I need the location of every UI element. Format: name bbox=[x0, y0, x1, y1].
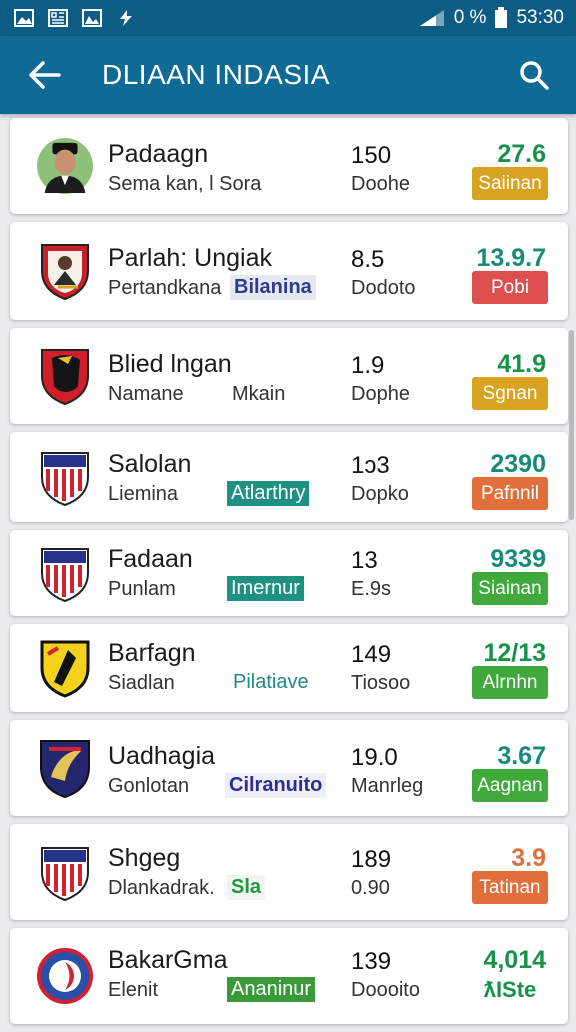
item-tag: Sla bbox=[227, 875, 266, 900]
item-name: Padaagn bbox=[108, 140, 209, 168]
search-button[interactable] bbox=[506, 47, 562, 103]
gallery-notification-icon bbox=[48, 9, 68, 27]
item-stat-label: Doohe bbox=[351, 173, 410, 195]
item-stat-label: Doooito bbox=[351, 979, 420, 1001]
club-crest-icon bbox=[37, 542, 93, 604]
arrow-left-icon bbox=[29, 61, 61, 89]
item-name: Shgeg bbox=[108, 844, 181, 872]
item-stat: 19.0 bbox=[351, 744, 398, 771]
item-value: 41.9 bbox=[497, 350, 546, 378]
item-tag: Cilranuito bbox=[225, 773, 327, 798]
item-stat-label: 0.90 bbox=[351, 877, 390, 899]
item-name: Fadaan bbox=[108, 545, 193, 573]
item-subtitle: Siadlan bbox=[108, 672, 175, 694]
signal-icon bbox=[419, 10, 444, 26]
item-value: 4,014 bbox=[483, 946, 546, 974]
item-value: 2390 bbox=[490, 450, 546, 478]
club-crest-icon bbox=[37, 446, 93, 508]
item-stat-label: Tiosoo bbox=[351, 672, 411, 694]
item-tag: Pilatiave bbox=[233, 671, 309, 693]
club-crest-icon bbox=[37, 841, 93, 903]
item-subtitle: Pertandkana bbox=[108, 277, 222, 299]
list-item[interactable]: BakarGma Elenit Ananinur 139 Doooito 4,014 ƛIS… bbox=[10, 928, 568, 1024]
item-stat: 149 bbox=[351, 641, 392, 668]
list-item[interactable]: Shgeg Dlankadrak. Sla 189 0.90 3.9 Tatinan bbox=[10, 824, 568, 920]
club-crest-icon bbox=[37, 637, 93, 699]
item-subtitle: Elenit bbox=[108, 979, 159, 1001]
status-badge: Pafnnil bbox=[472, 477, 548, 510]
item-value: 3.9 bbox=[511, 844, 546, 872]
item-name: Uadhagia bbox=[108, 742, 216, 770]
status-badge: Tatinan bbox=[472, 871, 548, 904]
item-name: Barfagn bbox=[108, 639, 196, 667]
image-notification-icon bbox=[14, 9, 34, 27]
page-title: DLIAAN INDASIA bbox=[102, 59, 330, 90]
item-stat-label: E.9s bbox=[351, 578, 392, 600]
item-tag: Imernur bbox=[227, 576, 304, 601]
search-icon bbox=[520, 61, 549, 90]
system-status: 0 % 53:30 bbox=[418, 7, 564, 29]
status-badge: Pobi bbox=[472, 271, 548, 304]
list-item[interactable]: Blied lngan Namane Mkain 1.9 Dophe 41.9 Sgnan bbox=[10, 328, 568, 424]
item-tag: Ananinur bbox=[227, 977, 316, 1002]
item-stat: 1ɔ3 bbox=[351, 452, 390, 479]
item-name: Blied lngan bbox=[108, 350, 232, 378]
battery-icon bbox=[495, 7, 508, 28]
item-subtitle: Dlankadrak. bbox=[108, 877, 215, 899]
item-tag: Atlarthry bbox=[227, 481, 310, 506]
clock: 53:30 bbox=[516, 7, 564, 28]
avatar bbox=[37, 135, 93, 197]
item-name: Parlah: Ungiak bbox=[108, 244, 272, 272]
status-badge: ƛISte bbox=[483, 976, 537, 1002]
club-crest-icon bbox=[37, 345, 93, 407]
ranking-list: Padaagn Sema kan, l Sora 150 Doohe 27.6 Saiin… bbox=[10, 118, 568, 1032]
item-name: BakarGma bbox=[108, 946, 228, 974]
list-item[interactable]: Fadaan Punlam Imernur 13 E.9s 9339 Siainan bbox=[10, 530, 568, 616]
item-stat-label: Dopko bbox=[351, 483, 409, 505]
item-subtitle: Punlam bbox=[108, 578, 176, 600]
notification-icons bbox=[14, 9, 136, 27]
scrollbar[interactable] bbox=[569, 330, 574, 520]
item-stat-label: Dodoto bbox=[351, 277, 416, 299]
item-subtitle: Liemina bbox=[108, 483, 179, 505]
item-stat-label: Dophe bbox=[351, 383, 410, 405]
item-stat: 1.9 bbox=[351, 352, 385, 379]
list-item[interactable]: Parlah: Ungiak Pertandkana Bilanina 8.5 Dodo… bbox=[10, 222, 568, 320]
list-item[interactable]: Barfagn Siadlan Pilatiave 149 Tiosoo 12/13 Alr… bbox=[10, 624, 568, 712]
item-subtitle-2: Mkain bbox=[232, 383, 286, 405]
status-bar: 0 % 53:30 bbox=[0, 0, 576, 36]
flash-notification-icon bbox=[120, 10, 132, 26]
status-badge: Saiinan bbox=[472, 167, 548, 200]
item-subtitle: Sema kan, l Sora bbox=[108, 173, 262, 195]
list-item[interactable]: Padaagn Sema kan, l Sora 150 Doohe 27.6 Saiin… bbox=[10, 118, 568, 214]
list-item[interactable]: Uadhagia Gonlotan Cilranuito 19.0 Manrleg 3.6… bbox=[10, 720, 568, 816]
back-button[interactable] bbox=[14, 45, 74, 105]
item-name: Salolan bbox=[108, 450, 192, 478]
battery-percent: 0 % bbox=[453, 7, 487, 28]
item-stat: 13 bbox=[351, 547, 378, 574]
club-crest-icon bbox=[37, 945, 93, 1007]
photo-notification-icon bbox=[82, 9, 102, 27]
item-value: 12/13 bbox=[483, 639, 546, 667]
club-crest-icon bbox=[37, 240, 93, 302]
status-badge: Siainan bbox=[472, 572, 548, 605]
status-badge: Alrnhn bbox=[472, 666, 548, 699]
item-stat: 139 bbox=[351, 948, 392, 975]
item-subtitle: Gonlotan bbox=[108, 775, 190, 797]
item-tag: Bilanina bbox=[230, 275, 316, 300]
item-value: 13.9.7 bbox=[476, 244, 546, 272]
list-item[interactable]: Salolan Liemina Atlarthry 1ɔ3 Dopko 2390 Pafnn… bbox=[10, 432, 568, 522]
club-crest-icon bbox=[37, 737, 93, 799]
status-badge: Sgnan bbox=[472, 377, 548, 410]
item-stat: 8.5 bbox=[351, 246, 385, 273]
item-value: 27.6 bbox=[497, 140, 546, 168]
item-value: 3.67 bbox=[497, 742, 546, 770]
app-bar: DLIAAN INDASIA bbox=[0, 36, 576, 114]
status-badge: Aagnan bbox=[472, 769, 548, 802]
item-stat: 189 bbox=[351, 846, 392, 873]
item-subtitle: Namane bbox=[108, 383, 184, 405]
item-stat-label: Manrleg bbox=[351, 775, 424, 797]
item-stat: 150 bbox=[351, 142, 392, 169]
item-value: 9339 bbox=[490, 545, 546, 573]
